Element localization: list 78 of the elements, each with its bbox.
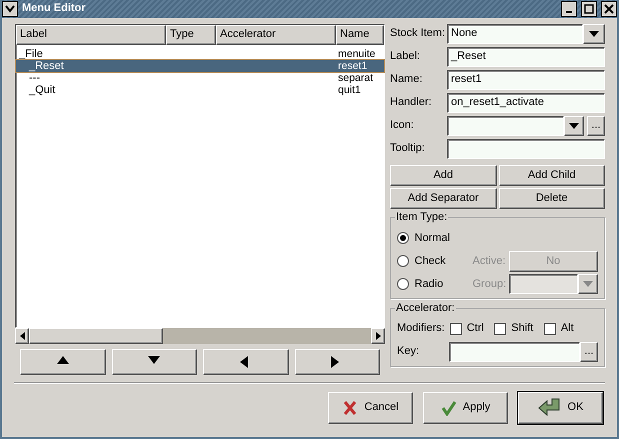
- key-label: Key:: [397, 344, 420, 358]
- group-title: Item Type:: [395, 211, 448, 224]
- dropdown-arrow-icon: [589, 31, 599, 37]
- stock-item-label: Stock Item:: [390, 27, 446, 41]
- right-arrow-icon: [376, 332, 380, 340]
- window-title: Menu Editor: [22, 2, 87, 16]
- move-up-button[interactable]: [20, 349, 106, 375]
- cross-icon: [342, 400, 358, 416]
- tree-row[interactable]: _Quit quit1: [16, 84, 384, 96]
- close-button[interactable]: [601, 1, 617, 17]
- text-field[interactable]: _Reset: [447, 47, 605, 67]
- tree-row[interactable]: --- separat: [16, 72, 384, 84]
- dropdown-arrow-icon: [569, 123, 580, 129]
- column-header[interactable]: Name: [336, 25, 384, 45]
- scroll-thumb[interactable]: [29, 328, 163, 344]
- text-field[interactable]: reset1: [447, 70, 605, 90]
- action-button[interactable]: Add Separator: [390, 188, 496, 209]
- text-field[interactable]: on_reset1_activate: [447, 93, 605, 113]
- row-name: reset1: [338, 60, 368, 72]
- scroll-left-button[interactable]: [15, 328, 29, 344]
- chevron-down-icon: [5, 5, 15, 13]
- scrollbar[interactable]: [15, 328, 385, 344]
- row-label: ---: [29, 72, 40, 84]
- close-icon: [604, 4, 614, 14]
- radio-label: Check: [414, 254, 447, 268]
- move-left-button[interactable]: [203, 349, 288, 375]
- window-menu-button[interactable]: [2, 1, 18, 17]
- row-label: _Reset: [29, 60, 64, 72]
- active-label: Active:: [472, 254, 507, 268]
- cancel-button[interactable]: Cancel: [328, 392, 413, 424]
- radio-label: Radio: [414, 278, 444, 291]
- row-label: _File: [19, 48, 43, 60]
- checkbox[interactable]: [544, 322, 556, 335]
- checkbox[interactable]: [450, 322, 462, 335]
- icon-label: Icon:: [390, 119, 415, 133]
- dropdown-arrow-icon: [583, 281, 593, 288]
- maximize-icon: [584, 4, 594, 14]
- move-right-button[interactable]: [294, 349, 380, 375]
- modifiers-label: Modifiers:: [397, 322, 445, 336]
- tooltip-label: Tooltip:: [390, 142, 426, 156]
- left-arrow-icon: [20, 332, 24, 340]
- field-label: Name:: [390, 73, 424, 87]
- action-button[interactable]: Add Child: [498, 164, 605, 186]
- checkbox-label: Alt: [560, 322, 574, 336]
- apply-button[interactable]: Apply: [423, 392, 508, 424]
- row-name: quit1: [338, 84, 361, 96]
- scroll-right-button[interactable]: [371, 328, 385, 344]
- radio-button[interactable]: [397, 255, 409, 268]
- ok-button[interactable]: OK: [518, 392, 603, 424]
- checkbox[interactable]: [494, 322, 506, 335]
- row-name: menuite: [338, 48, 376, 60]
- field-label: Handler:: [390, 96, 433, 110]
- key-field[interactable]: [449, 342, 580, 362]
- column-header[interactable]: Accelerator: [216, 25, 336, 45]
- move-down-button[interactable]: [112, 349, 197, 375]
- tooltip-field[interactable]: [447, 139, 605, 159]
- return-arrow-icon: [538, 398, 562, 418]
- tree-row[interactable]: _File menuite: [16, 48, 384, 60]
- maximize-button[interactable]: [581, 1, 597, 17]
- group-label: Group:: [472, 278, 508, 291]
- column-header[interactable]: Type: [166, 25, 216, 45]
- checkbox-label: Shift: [511, 322, 534, 336]
- column-header[interactable]: Label: [16, 25, 166, 45]
- checkbox-label: Ctrl: [466, 322, 484, 336]
- action-button[interactable]: Add: [390, 164, 496, 186]
- tree-row[interactable]: _Reset reset1: [16, 60, 384, 72]
- browse-key-button[interactable]: ...: [580, 342, 598, 362]
- minimize-button[interactable]: [561, 1, 577, 17]
- row-label: _Quit: [29, 84, 56, 96]
- icon-dropdown[interactable]: [447, 116, 584, 136]
- check-icon: [440, 400, 457, 416]
- action-button[interactable]: Delete: [498, 188, 605, 209]
- radio-button[interactable]: [397, 232, 409, 244]
- row-name: separat: [338, 72, 374, 84]
- radio-button[interactable]: [397, 278, 409, 290]
- browse-icon-button[interactable]: ...: [587, 116, 605, 136]
- field-label: Label:: [390, 50, 421, 64]
- radio-label: Normal: [414, 232, 451, 245]
